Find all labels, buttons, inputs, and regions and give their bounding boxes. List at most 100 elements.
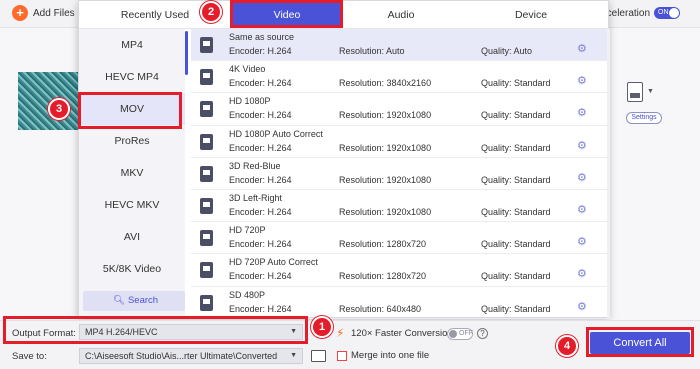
- preset-quality: Quality: Standard: [481, 110, 551, 121]
- output-format-value: MP4 H.264/HEVC: [85, 327, 158, 337]
- preset-resolution: Resolution: 1920x1080: [339, 142, 432, 153]
- gear-icon[interactable]: ⚙: [577, 172, 587, 184]
- chevron-down-icon: ▼: [647, 88, 654, 95]
- acceleration-toggle[interactable]: ON: [654, 7, 680, 19]
- video-preset-icon: [200, 37, 213, 53]
- preset-encoder: Encoder: H.264: [229, 110, 292, 121]
- settings-button[interactable]: Settings: [626, 112, 662, 124]
- preset-name: 3D Red-Blue: [229, 160, 281, 171]
- video-preset-icon: [200, 165, 213, 182]
- gear-icon[interactable]: ⚙: [577, 44, 587, 55]
- video-preset-icon: [200, 69, 213, 86]
- output-format-select[interactable]: MP4 H.264/HEVC ▼: [79, 324, 303, 340]
- format-item-mkv[interactable]: MKV: [79, 157, 185, 189]
- chevron-down-icon: ▼: [290, 352, 297, 359]
- preset-quality: Quality: Auto: [481, 46, 533, 56]
- format-item-avi[interactable]: AVI: [79, 221, 185, 253]
- gear-icon[interactable]: ⚙: [577, 237, 587, 248]
- preset-resolution: Resolution: 1920x1080: [339, 110, 432, 121]
- preset-resolution: Resolution: Auto: [339, 46, 405, 56]
- format-item-mov[interactable]: MOV: [79, 93, 185, 125]
- chevron-down-icon: ▼: [290, 328, 297, 335]
- gear-icon[interactable]: ⚙: [577, 108, 587, 119]
- preset-quality: Quality: Standard: [481, 206, 551, 217]
- preset-row[interactable]: HD 1080P Encoder: H.264 Resolution: 1920…: [191, 93, 610, 126]
- gear-icon[interactable]: ⚙: [577, 269, 587, 280]
- step-badge-3: 3: [48, 98, 70, 120]
- video-preset-icon: [200, 197, 213, 214]
- bottom-bar: Output Format: MP4 H.264/HEVC ▼ Save to:…: [0, 320, 700, 369]
- tab-audio[interactable]: Audio: [341, 1, 461, 29]
- step-badge-2: 2: [200, 1, 222, 23]
- faster-conversion-toggle[interactable]: OFF: [447, 328, 473, 340]
- preset-list-scrollbar[interactable]: [607, 29, 610, 319]
- video-preset-icon: [200, 230, 213, 247]
- save-to-label: Save to:: [12, 351, 47, 362]
- preset-resolution: Resolution: 3840x2160: [339, 78, 432, 89]
- plus-icon: +: [12, 5, 28, 21]
- video-preset-icon: [200, 101, 213, 118]
- preset-quality: Quality: Standard: [481, 303, 551, 314]
- format-list: MP4 HEVC MP4 MOV ProRes MKV HEVC MKV AVI…: [79, 29, 185, 319]
- preset-row[interactable]: SD 480P Encoder: H.264 Resolution: 640x4…: [191, 287, 610, 319]
- preset-resolution: Resolution: 1280x720: [339, 239, 427, 250]
- preset-quality: Quality: Standard: [481, 271, 551, 282]
- preset-name: HD 1080P Auto Correct: [229, 128, 323, 139]
- preset-resolution: Resolution: 1920x1080: [339, 174, 432, 185]
- merge-label: Merge into one file: [351, 350, 430, 361]
- preset-name: 3D Left-Right: [229, 192, 283, 203]
- preset-row[interactable]: 3D Left-Right Encoder: H.264 Resolution:…: [191, 190, 610, 223]
- preset-encoder: Encoder: H.264: [229, 271, 292, 282]
- preset-row[interactable]: 3D Red-Blue Encoder: H.264 Resolution: 1…: [191, 158, 610, 190]
- video-thumbnail[interactable]: [18, 72, 80, 130]
- folder-icon[interactable]: [311, 350, 326, 362]
- faster-conversion-label: 120× Faster Conversion: [351, 328, 453, 339]
- preset-encoder: Encoder: H.264: [229, 46, 292, 56]
- format-item-prores[interactable]: ProRes: [79, 125, 185, 157]
- preset-encoder: Encoder: H.264: [229, 78, 292, 89]
- format-item-hevc-mp4[interactable]: HEVC MP4: [79, 61, 185, 93]
- help-icon[interactable]: ?: [477, 328, 488, 339]
- format-item-5k8k-video[interactable]: 5K/8K Video: [79, 253, 185, 285]
- preset-row[interactable]: HD 720P Encoder: H.264 Resolution: 1280x…: [191, 222, 610, 255]
- preset-list: Same as source Encoder: H.264 Resolution…: [191, 29, 610, 319]
- preset-quality: Quality: Standard: [481, 78, 551, 89]
- output-format-icon-button[interactable]: ▼: [627, 82, 654, 104]
- step-badge-4: 4: [556, 335, 578, 357]
- convert-all-button[interactable]: Convert All: [590, 332, 690, 354]
- preset-name: HD 1080P: [229, 96, 271, 107]
- preset-row[interactable]: Same as source Encoder: H.264 Resolution…: [191, 29, 610, 62]
- format-tabs: Recently Used Video Audio Device: [79, 1, 610, 29]
- gear-icon[interactable]: ⚙: [577, 76, 587, 87]
- preset-name: 4K Video: [229, 64, 266, 75]
- lightning-icon: ⚡: [336, 326, 345, 340]
- search-button[interactable]: 🔍︎ Search: [83, 291, 185, 311]
- preset-row[interactable]: HD 720P Auto Correct Encoder: H.264 Reso…: [191, 254, 610, 287]
- video-preset-icon: [200, 133, 213, 150]
- tab-video[interactable]: Video: [233, 2, 341, 28]
- preset-quality: Quality: Standard: [481, 174, 551, 185]
- gear-icon[interactable]: ⚙: [577, 204, 587, 216]
- preset-encoder: Encoder: H.264: [229, 142, 292, 153]
- preset-row[interactable]: HD 1080P Auto Correct Encoder: H.264 Res…: [191, 126, 610, 158]
- tab-device[interactable]: Device: [461, 1, 601, 29]
- preset-quality: Quality: Standard: [481, 142, 551, 153]
- format-list-scrollbar[interactable]: [185, 31, 188, 75]
- save-to-path: C:\Aiseesoft Studio\Ais...rter Ultimate\…: [85, 351, 278, 361]
- gear-icon[interactable]: ⚙: [577, 140, 587, 152]
- format-item-hevc-mkv[interactable]: HEVC MKV: [79, 189, 185, 221]
- merge-checkbox[interactable]: [337, 351, 347, 361]
- add-files-button[interactable]: + Add Files ▼: [12, 5, 88, 21]
- save-to-select[interactable]: C:\Aiseesoft Studio\Ais...rter Ultimate\…: [79, 348, 303, 364]
- preset-encoder: Encoder: H.264: [229, 239, 292, 250]
- format-item-mp4[interactable]: MP4: [79, 29, 185, 61]
- preset-resolution: Resolution: 1920x1080: [339, 206, 432, 217]
- preset-name: HD 720P: [229, 225, 266, 236]
- step-badge-1: 1: [311, 316, 333, 338]
- preset-resolution: Resolution: 640x480: [339, 303, 422, 314]
- video-preset-icon: [200, 262, 213, 279]
- search-icon: 🔍︎: [112, 295, 125, 306]
- preset-name: Same as source: [229, 32, 295, 42]
- gear-icon[interactable]: ⚙: [577, 301, 587, 313]
- preset-row[interactable]: 4K Video Encoder: H.264 Resolution: 3840…: [191, 61, 610, 94]
